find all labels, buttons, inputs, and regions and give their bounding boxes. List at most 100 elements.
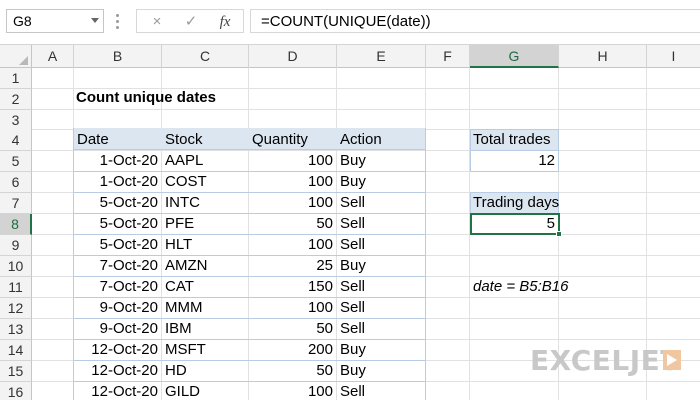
select-all-button[interactable] <box>0 45 32 68</box>
table-header-action[interactable]: Action <box>337 129 425 150</box>
insert-function-icon[interactable]: fx <box>211 12 239 32</box>
table-cell-action[interactable]: Buy <box>337 150 425 171</box>
column-header-i[interactable]: I <box>647 45 700 68</box>
total-trades-label[interactable]: Total trades <box>470 129 558 150</box>
row-header-12[interactable]: 12 <box>0 298 32 319</box>
table-cell-action[interactable]: Sell <box>337 318 425 339</box>
sheet-title[interactable]: Count unique dates <box>76 89 216 106</box>
table-cell-date[interactable]: 9-Oct-20 <box>74 318 161 339</box>
row-header-3[interactable]: 3 <box>0 110 32 131</box>
table-header-date[interactable]: Date <box>74 129 161 150</box>
table-cell-date[interactable]: 1-Oct-20 <box>74 150 161 171</box>
table-cell-action[interactable]: Sell <box>337 192 425 213</box>
formula-text: =COUNT(UNIQUE(date)) <box>261 13 431 30</box>
row-header-2[interactable]: 2 <box>0 89 32 110</box>
row-header-4[interactable]: 4 <box>0 130 32 151</box>
table-cell-stock[interactable]: MSFT <box>162 339 248 360</box>
row-header-15[interactable]: 15 <box>0 361 32 382</box>
table-cell-stock[interactable]: GILD <box>162 381 248 400</box>
table-cell-date[interactable]: 5-Oct-20 <box>74 234 161 255</box>
table-cell-action[interactable]: Sell <box>337 234 425 255</box>
table-cell-quantity[interactable]: 100 <box>249 381 336 400</box>
row-header-11[interactable]: 11 <box>0 277 32 298</box>
table-cell-quantity[interactable]: 200 <box>249 339 336 360</box>
table-cell-quantity[interactable]: 100 <box>249 171 336 192</box>
table-cell-stock[interactable]: HD <box>162 360 248 381</box>
active-cell-selection[interactable] <box>470 213 560 235</box>
table-cell-stock[interactable]: INTC <box>162 192 248 213</box>
table-cell-quantity[interactable]: 50 <box>249 360 336 381</box>
row-header-6[interactable]: 6 <box>0 172 32 193</box>
table-cell-quantity[interactable]: 100 <box>249 297 336 318</box>
column-header-b[interactable]: B <box>74 45 162 68</box>
table-cell-quantity[interactable]: 25 <box>249 255 336 276</box>
column-header-f[interactable]: F <box>426 45 470 68</box>
table-cell-stock[interactable]: COST <box>162 171 248 192</box>
table-cell-quantity[interactable]: 150 <box>249 276 336 297</box>
formula-bar: G8 × ✓ fx =COUNT(UNIQUE(date)) <box>0 0 700 44</box>
row-header-13[interactable]: 13 <box>0 319 32 340</box>
name-box-value: G8 <box>13 13 32 29</box>
formula-buttons: × ✓ fx <box>136 9 244 33</box>
table-cell-stock[interactable]: IBM <box>162 318 248 339</box>
table-cell-quantity[interactable]: 100 <box>249 192 336 213</box>
table-cell-quantity[interactable]: 100 <box>249 234 336 255</box>
table-cell-date[interactable]: 7-Oct-20 <box>74 276 161 297</box>
table-cell-date[interactable]: 1-Oct-20 <box>74 171 161 192</box>
table-cell-stock[interactable]: PFE <box>162 213 248 234</box>
table-cell-quantity[interactable]: 50 <box>249 318 336 339</box>
named-range-note[interactable]: date = B5:B16 <box>473 278 569 295</box>
row-header-14[interactable]: 14 <box>0 340 32 361</box>
table-cell-quantity[interactable]: 100 <box>249 150 336 171</box>
table-cell-quantity[interactable]: 50 <box>249 213 336 234</box>
table-cell-stock[interactable]: AMZN <box>162 255 248 276</box>
table-cell-stock[interactable]: AAPL <box>162 150 248 171</box>
table-cell-date[interactable]: 9-Oct-20 <box>74 297 161 318</box>
row-header-16[interactable]: 16 <box>0 382 32 400</box>
total-trades-value[interactable]: 12 <box>470 150 558 171</box>
table-cell-date[interactable]: 5-Oct-20 <box>74 213 161 234</box>
gridline <box>32 109 700 110</box>
table-cell-action[interactable]: Buy <box>337 339 425 360</box>
row-header-1[interactable]: 1 <box>0 68 32 89</box>
table-header-stock[interactable]: Stock <box>162 129 248 150</box>
fill-handle[interactable] <box>556 231 562 237</box>
table-cell-action[interactable]: Sell <box>337 381 425 400</box>
table-cell-stock[interactable]: CAT <box>162 276 248 297</box>
name-box-dropdown-icon[interactable] <box>91 18 99 23</box>
column-header-h[interactable]: H <box>559 45 647 68</box>
table-cell-action[interactable]: Buy <box>337 360 425 381</box>
table-cell-action[interactable]: Buy <box>337 171 425 192</box>
drag-handle-icon[interactable] <box>116 14 120 30</box>
table-cell-date[interactable]: 12-Oct-20 <box>74 339 161 360</box>
column-header-a[interactable]: A <box>32 45 74 68</box>
formula-input[interactable]: =COUNT(UNIQUE(date)) <box>250 9 700 33</box>
name-box[interactable]: G8 <box>6 9 104 33</box>
row-header-9[interactable]: 9 <box>0 235 32 256</box>
column-header-g[interactable]: G <box>470 45 559 68</box>
table-cell-action[interactable]: Sell <box>337 276 425 297</box>
column-header-c[interactable]: C <box>162 45 249 68</box>
column-headers: A B C D E F G H I <box>0 44 700 68</box>
row-header-8[interactable]: 8 <box>0 214 32 235</box>
table-header-quantity[interactable]: Quantity <box>249 129 336 150</box>
table-cell-action[interactable]: Sell <box>337 213 425 234</box>
table-cell-date[interactable]: 7-Oct-20 <box>74 255 161 276</box>
table-cell-date[interactable]: 12-Oct-20 <box>74 381 161 400</box>
table-cell-stock[interactable]: HLT <box>162 234 248 255</box>
column-header-e[interactable]: E <box>337 45 426 68</box>
column-header-d[interactable]: D <box>249 45 337 68</box>
row-header-7[interactable]: 7 <box>0 193 32 214</box>
cancel-icon[interactable]: × <box>143 12 171 32</box>
row-header-5[interactable]: 5 <box>0 151 32 172</box>
exceljet-logo: EXCELJET <box>530 344 680 377</box>
table-cell-stock[interactable]: MMM <box>162 297 248 318</box>
trading-days-label[interactable]: Trading days <box>470 192 559 213</box>
table-cell-action[interactable]: Sell <box>337 297 425 318</box>
enter-icon[interactable]: ✓ <box>177 12 205 32</box>
exceljet-logo-icon <box>663 350 681 370</box>
table-cell-date[interactable]: 12-Oct-20 <box>74 360 161 381</box>
row-header-10[interactable]: 10 <box>0 256 32 277</box>
table-cell-action[interactable]: Buy <box>337 255 425 276</box>
table-cell-date[interactable]: 5-Oct-20 <box>74 192 161 213</box>
